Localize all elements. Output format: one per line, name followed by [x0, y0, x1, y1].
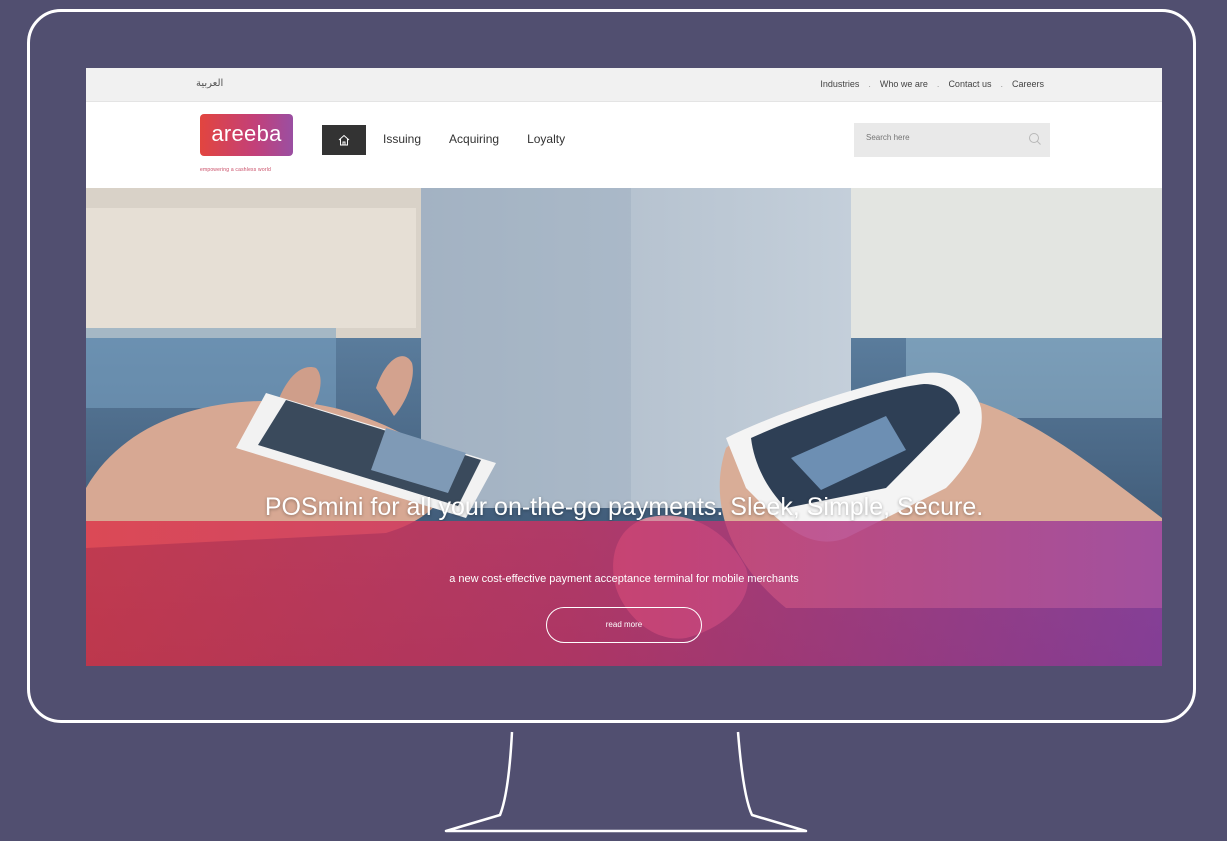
nav-item-acquiring[interactable]: Acquiring	[449, 132, 499, 146]
home-button[interactable]	[322, 125, 366, 155]
search-box	[854, 123, 1050, 157]
search-input[interactable]	[864, 132, 1018, 143]
who-we-are-link[interactable]: Who we are	[880, 79, 928, 89]
contact-us-link[interactable]: Contact us	[948, 79, 991, 89]
areeba-logo[interactable]: areeba	[200, 114, 293, 156]
utility-bar: العربية Industries . Who we are . Contac…	[86, 68, 1162, 102]
read-more-button[interactable]: read more	[546, 607, 702, 643]
home-icon	[338, 134, 350, 146]
hero-banner: POSmini for all your on-the-go payments.…	[86, 188, 1162, 666]
site-header: areeba empowering a cashless world Issui…	[86, 102, 1162, 188]
nav-item-loyalty[interactable]: Loyalty	[527, 132, 565, 146]
main-nav: Issuing Acquiring Loyalty	[383, 132, 593, 146]
hero-title: POSmini for all your on-the-go payments.…	[264, 493, 984, 521]
separator: .	[1000, 79, 1003, 89]
utility-links: Industries . Who we are . Contact us . C…	[820, 79, 1044, 89]
language-switch-link[interactable]: العربية	[196, 78, 223, 89]
industries-link[interactable]: Industries	[820, 79, 859, 89]
nav-item-issuing[interactable]: Issuing	[383, 132, 421, 146]
browser-screen: العربية Industries . Who we are . Contac…	[86, 68, 1162, 666]
separator: .	[868, 79, 871, 89]
logo-tagline: empowering a cashless world	[200, 167, 271, 173]
careers-link[interactable]: Careers	[1012, 79, 1044, 89]
separator: .	[936, 79, 940, 89]
hero-subtitle: a new cost-effective payment acceptance …	[449, 573, 799, 585]
search-icon[interactable]	[1028, 132, 1042, 146]
hero-overlay-band: a new cost-effective payment acceptance …	[86, 521, 1162, 666]
